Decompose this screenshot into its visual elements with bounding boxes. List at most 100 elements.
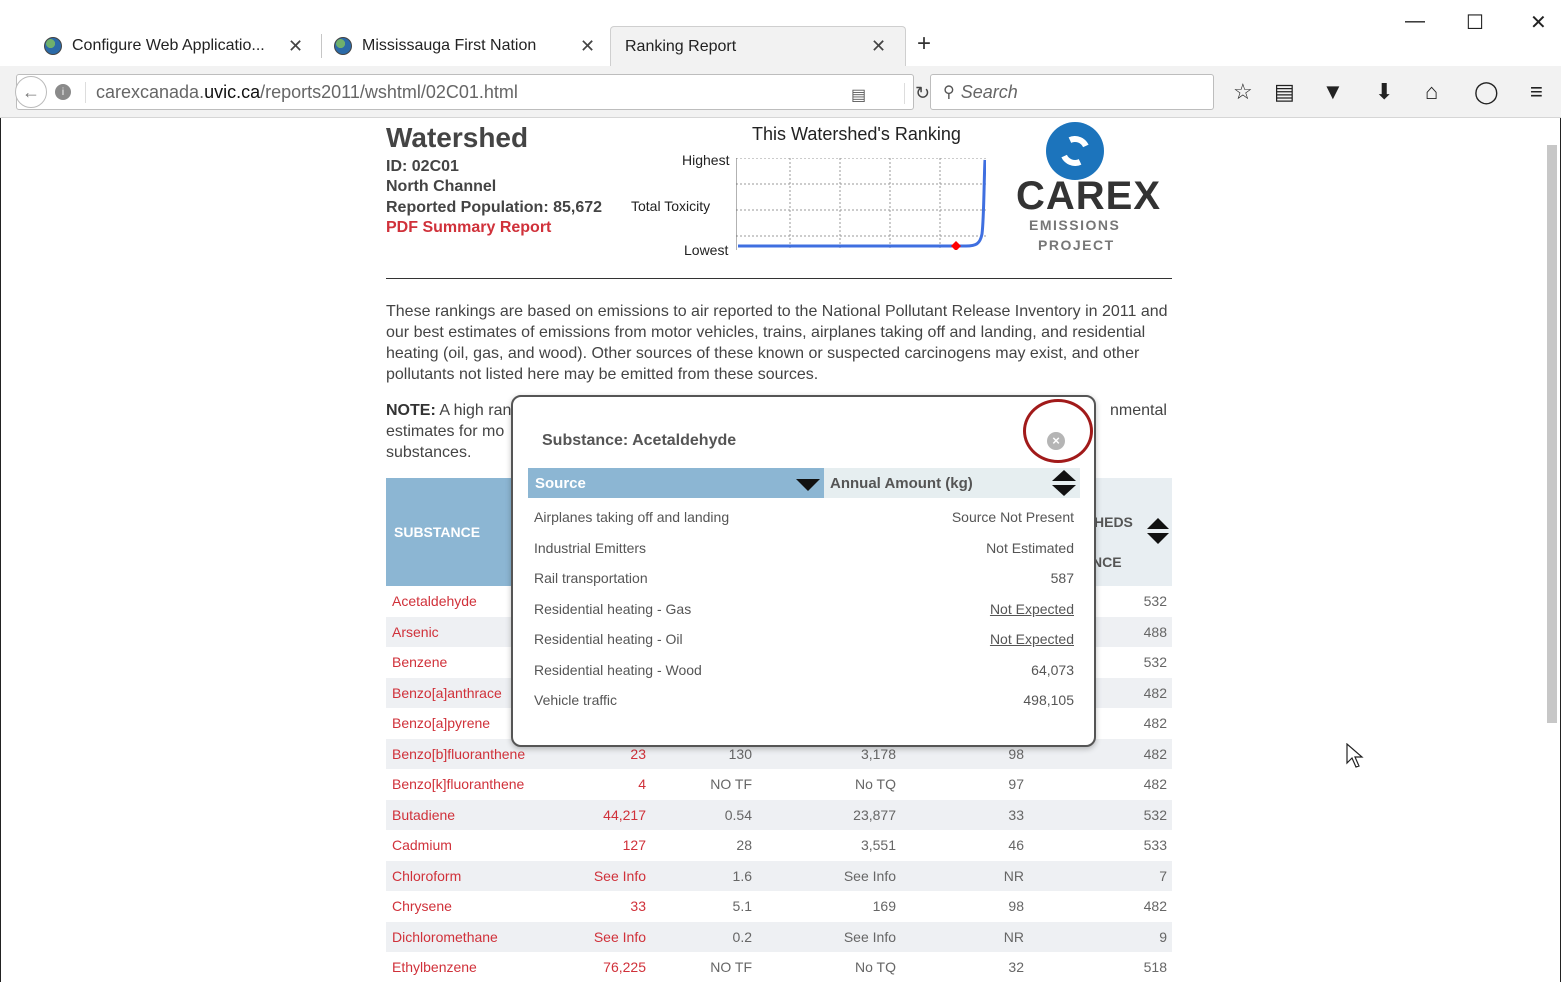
minimize-button[interactable]: — — [1405, 10, 1425, 33]
substance-link[interactable]: Acetaldehyde — [392, 593, 477, 609]
download-icon[interactable]: ⬇ — [1375, 79, 1393, 105]
close-window-button[interactable]: ✕ — [1530, 10, 1547, 35]
substance-link[interactable]: Benzo[a]anthrace — [392, 685, 502, 701]
reader-view-icon[interactable]: ▤ — [851, 85, 866, 105]
table-cell: 33 — [1008, 806, 1024, 823]
reading-list-icon[interactable]: ▤ — [1274, 79, 1295, 105]
table-cell: 5.1 — [732, 898, 752, 914]
close-tab-icon[interactable]: ✕ — [288, 36, 303, 57]
address-bar[interactable]: ← i carexcanada.uvic.ca/reports2011/wsht… — [15, 74, 930, 110]
table-row: Benzo[k]fluoranthene 4 NO TF No TQ 97 482 — [386, 769, 1172, 800]
bookmark-star-icon[interactable]: ☆ — [1233, 79, 1253, 105]
table-row: Cadmium 127 28 3,551 46 533 — [386, 830, 1172, 861]
substance-link[interactable]: Chloroform — [392, 868, 461, 884]
logo-line-emissions: EMISSIONS — [1029, 217, 1121, 233]
header-watersheds-label: HEDS — [1094, 514, 1133, 530]
table-row: Chloroform See Info 1.6 See Info NR 7 — [386, 860, 1172, 891]
highlight-annotation — [1023, 399, 1093, 463]
search-input[interactable]: ⚲ Search — [930, 74, 1214, 110]
substance-link[interactable]: Dichloromethane — [392, 929, 498, 945]
sort-desc-icon[interactable] — [796, 476, 820, 492]
table-cell: NR — [1003, 867, 1024, 884]
substance-link[interactable]: Benzene — [392, 654, 447, 670]
substance-link[interactable]: Ethylbenzene — [392, 959, 477, 975]
source-name: Vehicle traffic — [534, 692, 618, 708]
tab-title: Ranking Report — [625, 37, 737, 55]
ranking-chart — [736, 158, 986, 250]
table-cell[interactable]: See Info — [594, 929, 646, 945]
substance-link[interactable]: Benzo[b]fluoranthene — [392, 746, 525, 762]
divider — [386, 278, 1172, 279]
close-icon[interactable]: × — [1047, 432, 1065, 450]
table-cell: 127 — [622, 837, 646, 853]
menu-icon[interactable]: ≡ — [1530, 79, 1543, 105]
table-cell: 488 — [1143, 623, 1167, 640]
sort-icon[interactable] — [1052, 469, 1076, 497]
table-row: Butadiene 44,217 0.54 23,877 33 532 — [386, 799, 1172, 830]
tab-title: Configure Web Applicatio... — [72, 37, 265, 54]
close-tab-icon[interactable]: ✕ — [871, 36, 886, 57]
search-placeholder: Search — [960, 81, 1018, 102]
new-tab-button[interactable]: + — [917, 30, 931, 58]
close-tab-icon[interactable]: ✕ — [580, 36, 595, 57]
tab-ranking-report[interactable]: Ranking Report ✕ — [610, 26, 906, 66]
header-incidence-label: NCE — [1092, 554, 1122, 570]
home-icon[interactable]: ⌂ — [1425, 79, 1438, 105]
source-name: Rail transportation — [534, 570, 648, 586]
popup-title: Substance: Acetaldehyde — [542, 432, 737, 449]
table-row: Ethylbenzene 76,225 NO TF No TQ 32 518 — [386, 952, 1172, 983]
logo-line-project: PROJECT — [1038, 237, 1115, 253]
table-cell: 482 — [1143, 684, 1167, 701]
sort-icon[interactable] — [1146, 516, 1170, 546]
reload-icon[interactable]: ↻ — [904, 83, 930, 104]
table-cell[interactable]: See Info — [844, 868, 896, 884]
y-label-lowest: Lowest — [684, 242, 729, 258]
table-cell: 3,178 — [860, 745, 896, 762]
amount-value: 587 — [1050, 570, 1074, 586]
table-row: Chrysene 33 5.1 169 98 482 — [386, 891, 1172, 922]
substance-link[interactable]: Butadiene — [392, 807, 455, 823]
pdf-summary-link[interactable]: PDF Summary Report — [386, 219, 551, 237]
globe-icon — [44, 37, 62, 55]
table-cell: No TQ — [855, 776, 896, 792]
source-name: Residential heating - Oil — [534, 631, 683, 647]
amount-link[interactable]: Not Expected — [990, 631, 1074, 647]
table-cell: 28 — [736, 837, 752, 853]
table-cell: NR — [1003, 928, 1024, 945]
chat-icon[interactable]: ◯ — [1474, 79, 1499, 105]
substance-link[interactable]: Chrysene — [392, 898, 452, 914]
table-cell: 1.6 — [732, 867, 752, 884]
tab-mississauga-first-nation[interactable]: Mississauga First Nation ✕ — [334, 26, 602, 66]
back-arrow-icon[interactable]: ← — [15, 76, 47, 108]
substance-link[interactable]: Benzo[a]pyrene — [392, 715, 490, 731]
popup-row: Residential heating - Gas Not Expected — [528, 590, 1080, 620]
substance-link[interactable]: Arsenic — [392, 624, 439, 640]
scrollbar-thumb[interactable] — [1547, 145, 1557, 723]
y-label-highest: Highest — [682, 152, 730, 168]
substance-link[interactable]: Cadmium — [392, 837, 452, 853]
maximize-button[interactable]: ☐ — [1466, 10, 1484, 35]
header-source[interactable]: Source — [528, 468, 824, 498]
substance-link[interactable]: Benzo[k]fluoranthene — [392, 776, 524, 792]
pocket-icon[interactable]: ▼ — [1322, 79, 1344, 105]
tab-configure-web-application[interactable]: Configure Web Applicatio... ✕ — [44, 26, 312, 66]
watershed-id: ID: 02C01 — [386, 158, 459, 175]
tab-separator — [321, 34, 322, 58]
table-cell: 23,877 — [853, 806, 896, 823]
header-substance-column[interactable]: SUBSTANCE — [386, 478, 516, 586]
table-cell: 46 — [1008, 837, 1024, 853]
table-cell[interactable]: See Info — [844, 929, 896, 945]
amount-link[interactable]: Not Expected — [990, 601, 1074, 617]
header-annual-amount[interactable]: Annual Amount (kg) — [824, 468, 1080, 498]
table-cell: NO TF — [710, 776, 752, 792]
table-cell: 482 — [1143, 898, 1167, 914]
site-info-icon[interactable]: i — [55, 84, 71, 100]
tab-strip: Configure Web Applicatio... ✕ Mississaug… — [0, 0, 1561, 66]
table-cell: 532 — [1143, 654, 1167, 670]
amount-value: Not Estimated — [986, 539, 1074, 556]
table-cell: 76,225 — [603, 959, 646, 975]
table-cell: 518 — [1143, 959, 1167, 975]
watershed-population: Reported Population: 85,672 — [386, 199, 603, 216]
table-cell[interactable]: See Info — [594, 868, 646, 884]
table-cell: 482 — [1143, 745, 1167, 762]
